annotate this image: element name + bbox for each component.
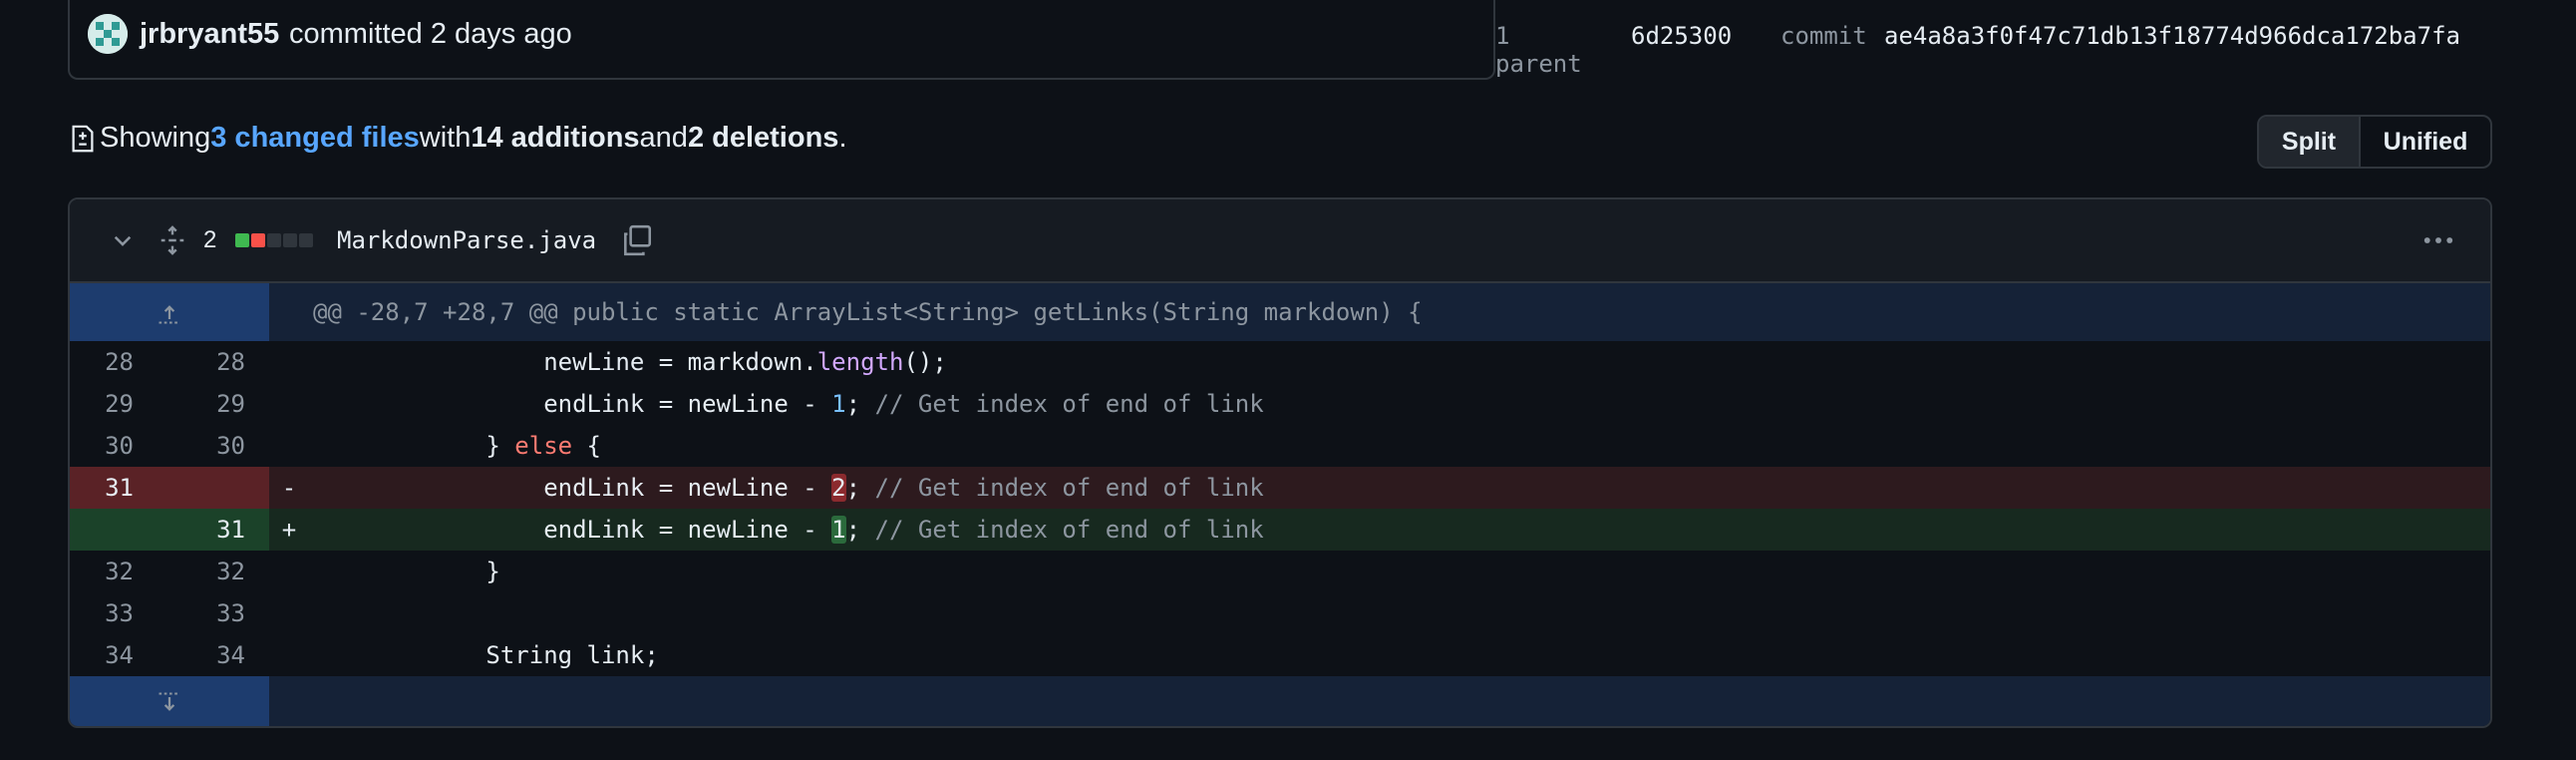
new-line-number[interactable]: 31 — [169, 509, 269, 551]
diffstat-block — [235, 233, 249, 247]
old-line-number[interactable] — [70, 509, 169, 551]
code-line: } else { — [485, 432, 601, 460]
unfold-icon[interactable] — [158, 199, 187, 281]
diff-marker: - — [281, 474, 297, 502]
commit-header: jrbryant55 committed 2 days ago 1 parent… — [68, 0, 2460, 80]
new-line-number[interactable]: 29 — [169, 383, 269, 425]
commit-sha[interactable]: ae4a8a3f0f47c71db13f18774d966dca172ba7fa — [1884, 22, 2460, 50]
diffstat-block — [267, 233, 281, 247]
diff-line: 32 32 } — [70, 551, 2490, 592]
commit-label: commit — [1780, 22, 1867, 50]
code-line: endLink = newLine - 1; // Get index of e… — [543, 516, 1264, 544]
code-line: } — [485, 558, 500, 585]
diff-line: 28 28 newLine = markdown.length(); — [70, 341, 2490, 383]
parent-sha-link[interactable]: 6d25300 — [1631, 22, 1732, 50]
new-line-number[interactable]: 33 — [169, 592, 269, 634]
summary-suffix: . — [838, 122, 847, 154]
avatar[interactable] — [88, 14, 128, 54]
file-diff-icon — [72, 125, 94, 152]
expand-up-icon[interactable] — [70, 283, 269, 341]
file-header: 2 MarkdownParse.java — [70, 199, 2490, 283]
code-line: endLink = newLine - 1; // Get index of e… — [543, 390, 1264, 418]
changed-files-link[interactable]: 3 changed files — [210, 122, 420, 155]
unified-view-button[interactable]: Unified — [2361, 117, 2490, 167]
added-line: 31 + endLink = newLine - 1; // Get index… — [70, 509, 2490, 551]
diff-line: 30 30 } else { — [70, 425, 2490, 467]
summary-and: and — [639, 122, 688, 154]
code-line: newLine = markdown.length(); — [543, 348, 947, 376]
file-name-link[interactable]: MarkdownParse.java — [337, 199, 596, 281]
deletions-count: 2 deletions — [687, 122, 839, 154]
diffstat-block — [283, 233, 297, 247]
chevron-down-icon[interactable] — [110, 199, 136, 281]
old-line-number[interactable]: 34 — [70, 634, 169, 676]
diff-summary: Showing 3 changed files with 14 addition… — [68, 122, 847, 155]
changes-count: 2 — [203, 226, 217, 253]
hunk-header-text: @@ -28,7 +28,7 @@ public static ArrayLis… — [313, 298, 1423, 326]
deleted-line: 31 - endLink = newLine - 2; // Get index… — [70, 467, 2490, 509]
new-line-number[interactable] — [169, 467, 269, 509]
old-line-number[interactable]: 32 — [70, 551, 169, 592]
new-line-number[interactable]: 28 — [169, 341, 269, 383]
new-line-number[interactable]: 32 — [169, 551, 269, 592]
expand-down-icon[interactable] — [70, 676, 269, 726]
identicon-avatar — [88, 14, 128, 54]
old-line-number[interactable]: 29 — [70, 383, 169, 425]
split-view-button[interactable]: Split — [2259, 117, 2361, 167]
commit-time: committed 2 days ago — [289, 18, 572, 50]
diff-line: 29 29 endLink = newLine - 1; // Get inde… — [70, 383, 2490, 425]
copy-icon[interactable] — [620, 199, 654, 281]
diff-file: 2 MarkdownParse.java @@ -28,7 +28,7 @@ p… — [68, 197, 2492, 728]
new-line-number[interactable]: 34 — [169, 634, 269, 676]
parent-label: 1 parent — [1495, 22, 1582, 78]
hunk-footer — [70, 676, 2490, 726]
diffstat-block — [251, 233, 265, 247]
summary-prefix: Showing — [100, 122, 211, 154]
new-line-number[interactable]: 30 — [169, 425, 269, 467]
code-line: endLink = newLine - 2; // Get index of e… — [543, 474, 1264, 502]
diffstat — [235, 199, 313, 281]
kebab-horizontal-icon[interactable] — [2420, 199, 2456, 281]
old-line-number[interactable]: 30 — [70, 425, 169, 467]
diff-marker: + — [281, 516, 297, 544]
diff-line: 33 33 — [70, 592, 2490, 634]
diffstat-block — [299, 233, 313, 247]
additions-count: 14 additions — [471, 122, 640, 154]
author-link[interactable]: jrbryant55 — [140, 18, 279, 51]
summary-with: with — [419, 122, 472, 154]
old-line-number[interactable]: 31 — [70, 467, 169, 509]
code-line: String link; — [485, 641, 659, 669]
hunk-header: @@ -28,7 +28,7 @@ public static ArrayLis… — [70, 283, 2490, 341]
diff-view-toggle: Split Unified — [2257, 115, 2492, 169]
old-line-number[interactable]: 28 — [70, 341, 169, 383]
old-line-number[interactable]: 33 — [70, 592, 169, 634]
diff-line: 34 34 String link; — [70, 634, 2490, 676]
